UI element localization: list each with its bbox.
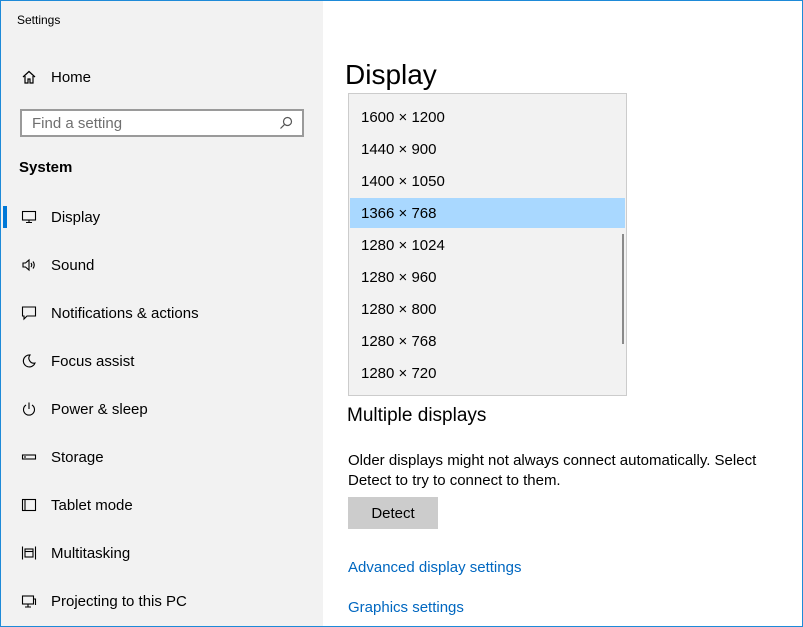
graphics-settings-link[interactable]: Graphics settings — [348, 599, 464, 616]
sidebar-item-display[interactable]: Display — [1, 193, 323, 241]
tablet-icon — [19, 495, 39, 515]
resolution-option-selected[interactable]: 1366 × 768 — [350, 198, 625, 228]
sidebar-item-label: Power & sleep — [51, 400, 148, 418]
detect-button[interactable]: Detect — [348, 497, 438, 529]
power-icon — [19, 399, 39, 419]
page-title: Display — [345, 59, 437, 90]
settings-window: Settings Home System — [0, 0, 803, 627]
sidebar-item-label: Notifications & actions — [51, 304, 199, 322]
search-input[interactable] — [32, 114, 262, 132]
storage-icon — [19, 447, 39, 467]
resolution-option[interactable]: 1280 × 768 — [350, 326, 625, 356]
multiple-displays-heading: Multiple displays — [347, 405, 487, 426]
resolution-option[interactable]: 1600 × 1200 — [350, 102, 625, 132]
resolution-option[interactable]: 1280 × 1024 — [350, 230, 625, 260]
home-icon — [19, 67, 39, 87]
main-content: Display 1600 × 1200 1440 × 900 1400 × 10… — [323, 1, 802, 626]
section-title: System — [19, 159, 73, 176]
sidebar-item-label: Display — [51, 208, 101, 226]
home-button[interactable]: Home — [19, 65, 91, 89]
sidebar-item-label: Focus assist — [51, 352, 135, 370]
resolution-dropdown-list[interactable]: 1600 × 1200 1440 × 900 1400 × 1050 1366 … — [348, 93, 627, 396]
app-title: Settings — [17, 13, 61, 27]
sidebar-item-label: Sound — [51, 256, 95, 274]
resolution-option[interactable]: 1280 × 800 — [350, 294, 625, 324]
resolution-option[interactable]: 1280 × 960 — [350, 262, 625, 292]
search-icon[interactable] — [278, 115, 294, 131]
sidebar-item-label: Tablet mode — [51, 496, 133, 514]
multiple-displays-description: Older displays might not always connect … — [348, 452, 757, 489]
search-box[interactable] — [20, 109, 304, 137]
sidebar-item-focus-assist[interactable]: Focus assist — [1, 337, 323, 385]
advanced-display-settings-link[interactable]: Advanced display settings — [348, 559, 521, 576]
moon-icon — [19, 351, 39, 371]
notification-icon — [19, 303, 39, 323]
projecting-icon — [19, 591, 39, 611]
sidebar-item-tablet-mode[interactable]: Tablet mode — [1, 481, 323, 529]
sidebar-item-notifications[interactable]: Notifications & actions — [1, 289, 323, 337]
sidebar-item-label: Projecting to this PC — [51, 592, 187, 610]
sidebar-item-multitasking[interactable]: Multitasking — [1, 529, 323, 577]
sidebar-nav: Display Sound Notifications & actions Fo… — [1, 193, 323, 625]
sidebar-item-storage[interactable]: Storage — [1, 433, 323, 481]
sidebar-item-sound[interactable]: Sound — [1, 241, 323, 289]
sidebar-item-projecting[interactable]: Projecting to this PC — [1, 577, 323, 625]
sidebar-item-label: Multitasking — [51, 544, 131, 562]
home-label: Home — [51, 68, 92, 86]
sidebar: Settings Home System — [1, 1, 323, 626]
resolution-option[interactable]: 1400 × 1050 — [350, 166, 625, 196]
speaker-icon — [19, 255, 39, 275]
resolution-option[interactable]: 1440 × 900 — [350, 134, 625, 164]
sidebar-item-label: Storage — [51, 448, 104, 466]
resolution-option[interactable]: 1280 × 720 — [350, 358, 625, 388]
multitasking-icon — [19, 543, 39, 563]
dropdown-scrollbar[interactable] — [622, 234, 624, 344]
sidebar-item-power-sleep[interactable]: Power & sleep — [1, 385, 323, 433]
monitor-icon — [19, 207, 39, 227]
